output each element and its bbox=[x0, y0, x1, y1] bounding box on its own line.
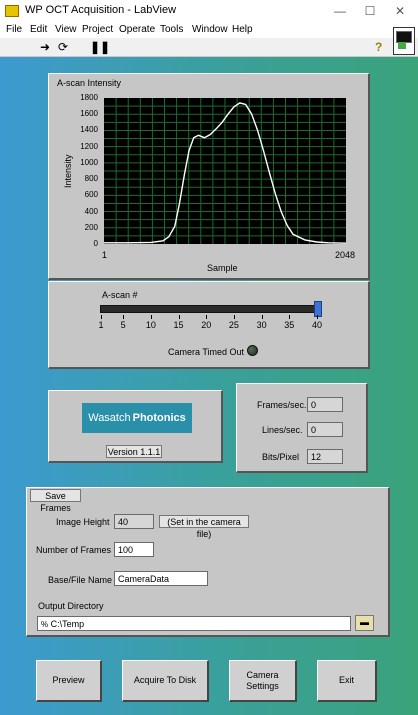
slider-tick-mark bbox=[317, 315, 318, 319]
intensity-plot-svg bbox=[104, 98, 347, 244]
frames-per-sec-value: 0 bbox=[307, 397, 343, 412]
vi-icon bbox=[393, 27, 415, 55]
x-tick-min: 1 bbox=[102, 250, 108, 260]
camera-timed-out-led bbox=[247, 345, 258, 356]
slider-tick-label: 35 bbox=[284, 320, 295, 330]
bits-per-pixel-label: Bits/Pixel bbox=[262, 452, 300, 462]
slider-tick-label: 1 bbox=[98, 320, 104, 330]
image-height-label: Image Height bbox=[56, 517, 110, 527]
y-tick-label: 400 bbox=[84, 206, 98, 216]
output-directory-label: Output Directory bbox=[38, 601, 104, 611]
x-axis-label: Sample bbox=[207, 263, 238, 273]
menu-window[interactable]: Window bbox=[192, 24, 228, 35]
save-frames-panel bbox=[26, 487, 390, 637]
slider-tick-label: 40 bbox=[312, 320, 323, 330]
slider-label: A-scan # bbox=[102, 290, 138, 300]
run-continuous-icon[interactable]: ⟳ bbox=[58, 40, 68, 54]
y-axis-label: Intensity bbox=[63, 154, 73, 188]
camera-timed-out-label: Camera Timed Out bbox=[168, 347, 245, 357]
minimize-button[interactable]: — bbox=[325, 2, 355, 20]
toolbar: ➜ ⟳ ❚❚ ? bbox=[0, 38, 418, 57]
close-button[interactable]: ✕ bbox=[385, 2, 415, 20]
menu-project[interactable]: Project bbox=[82, 24, 113, 35]
save-frames-header: Save Frames bbox=[30, 489, 81, 513]
slider-tick-label: 20 bbox=[201, 320, 212, 330]
run-arrow-icon[interactable]: ➜ bbox=[40, 40, 50, 54]
output-directory-input[interactable]: % C:\Temp bbox=[37, 616, 351, 631]
menu-help[interactable]: Help bbox=[232, 24, 253, 35]
number-of-frames-input[interactable]: 100 bbox=[114, 542, 154, 557]
slider-tick-mark bbox=[233, 315, 235, 319]
slider-tick-label: 10 bbox=[145, 320, 156, 330]
wasatch-photonics-logo: Wasatch Photonics bbox=[82, 403, 192, 433]
logo-word-photonics: Photonics bbox=[132, 412, 186, 424]
y-tick-label: 1000 bbox=[80, 157, 98, 167]
ascan-slider-thumb[interactable] bbox=[314, 301, 322, 317]
y-tick-label: 600 bbox=[84, 190, 98, 200]
number-of-frames-label: Number of Frames bbox=[36, 545, 112, 555]
labview-app-icon bbox=[5, 5, 19, 17]
menu-edit[interactable]: Edit bbox=[30, 24, 47, 35]
lines-per-sec-value: 0 bbox=[307, 422, 343, 437]
menu-operate[interactable]: Operate bbox=[119, 24, 155, 35]
slider-tick-mark bbox=[206, 315, 208, 319]
menu-view[interactable]: View bbox=[55, 24, 77, 35]
y-tick-label: 1600 bbox=[80, 109, 98, 119]
slider-tick-label: 25 bbox=[228, 320, 239, 330]
camera-settings-line1: Camera bbox=[246, 669, 279, 680]
help-icon[interactable]: ? bbox=[375, 40, 382, 54]
y-tick-label: 200 bbox=[84, 222, 98, 232]
y-tick-label: 800 bbox=[84, 174, 98, 184]
path-type-icon: % bbox=[41, 620, 49, 629]
slider-tick-mark bbox=[101, 315, 102, 319]
x-tick-max: 2048 bbox=[335, 250, 356, 260]
output-directory-value: C:\Temp bbox=[50, 619, 85, 629]
window-title: WP OCT Acquisition - LabView bbox=[25, 4, 177, 16]
acquire-to-disk-button[interactable]: Acquire To Disk bbox=[122, 660, 209, 702]
preview-button[interactable]: Preview bbox=[36, 660, 102, 702]
y-tick-label: 1200 bbox=[80, 141, 98, 151]
slider-tick-label: 5 bbox=[120, 320, 126, 330]
slider-tick-mark bbox=[289, 315, 291, 319]
bits-per-pixel-value: 12 bbox=[307, 449, 343, 464]
title-bar: WP OCT Acquisition - LabView — ☐ ✕ bbox=[0, 0, 418, 22]
slider-tick-mark bbox=[261, 315, 263, 319]
logo-word-wasatch: Wasatch bbox=[88, 412, 131, 424]
y-tick-label: 1800 bbox=[80, 93, 98, 102]
slider-tick-mark bbox=[150, 315, 152, 319]
image-height-value: 40 bbox=[114, 514, 154, 529]
frames-per-sec-label: Frames/sec. bbox=[257, 400, 307, 410]
menu-bar: File Edit View Project Operate Tools Win… bbox=[0, 22, 418, 38]
plot-area[interactable] bbox=[104, 98, 347, 244]
base-file-name-label: Base/File Name bbox=[48, 575, 113, 585]
menu-tools[interactable]: Tools bbox=[160, 24, 183, 35]
ascan-slider-track[interactable] bbox=[100, 305, 318, 313]
y-tick-label: 0 bbox=[93, 239, 98, 248]
y-tick-label: 1400 bbox=[80, 125, 98, 135]
slider-tick-label: 30 bbox=[256, 320, 267, 330]
lines-per-sec-label: Lines/sec. bbox=[262, 425, 303, 435]
pause-icon[interactable]: ❚❚ bbox=[90, 40, 110, 54]
plot-title: A-scan Intensity bbox=[57, 78, 122, 88]
maximize-button[interactable]: ☐ bbox=[355, 2, 385, 20]
browse-folder-icon[interactable]: ▬ bbox=[355, 615, 374, 631]
camera-settings-line2: Settings bbox=[246, 680, 279, 691]
base-file-name-input[interactable]: CameraData bbox=[114, 571, 208, 586]
image-height-note: (Set in the camera file) bbox=[159, 515, 249, 539]
version-label: Version 1.1.1 bbox=[106, 445, 162, 458]
slider-tick-label: 15 bbox=[173, 320, 184, 330]
exit-button[interactable]: Exit bbox=[317, 660, 377, 702]
camera-settings-button[interactable]: Camera Settings bbox=[229, 660, 297, 702]
slider-tick-mark bbox=[178, 315, 180, 319]
slider-tick-mark bbox=[123, 315, 125, 319]
menu-file[interactable]: File bbox=[6, 24, 22, 35]
